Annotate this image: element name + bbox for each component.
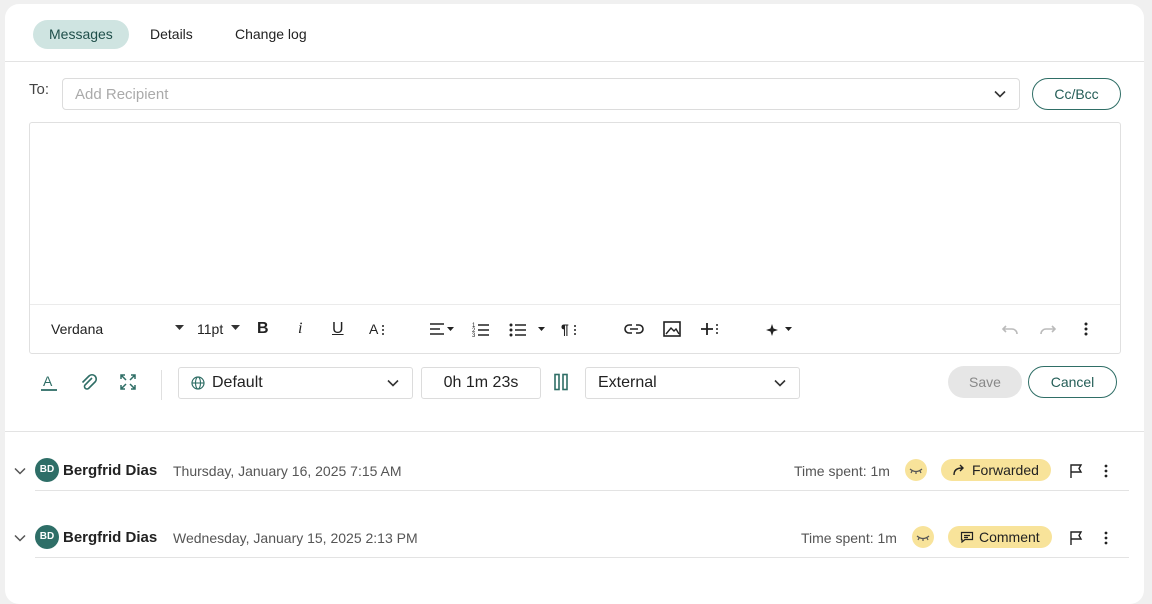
status-badge: Comment <box>948 526 1052 548</box>
svg-text:A: A <box>43 373 53 389</box>
time-spent: Time spent: 1m <box>801 530 897 546</box>
chevron-down-icon <box>774 379 786 387</box>
section-divider <box>5 431 1144 432</box>
font-family-select[interactable]: Verdana <box>51 319 103 339</box>
chevron-down-icon[interactable] <box>13 531 27 545</box>
tab-details[interactable]: Details <box>134 20 209 49</box>
time-tracker[interactable]: 0h 1m 23s <box>421 367 541 399</box>
pause-icon[interactable] <box>553 373 569 391</box>
svg-text:A: A <box>369 321 379 337</box>
more-options-icon[interactable] <box>1103 530 1109 546</box>
editor-body[interactable] <box>30 123 1120 304</box>
attachment-icon[interactable] <box>79 372 99 392</box>
language-select[interactable]: Default <box>178 367 413 399</box>
time-spent: Time spent: 1m <box>794 463 890 479</box>
caret-down-icon[interactable] <box>175 325 184 331</box>
expand-icon[interactable] <box>119 373 137 391</box>
insert-icon[interactable] <box>700 319 720 339</box>
font-size-value: 11pt <box>197 321 224 337</box>
italic-icon[interactable]: i <box>298 319 302 339</box>
numbered-list-icon[interactable]: 123 <box>472 319 490 339</box>
comment-icon <box>960 531 974 543</box>
visibility-indicator <box>912 526 934 548</box>
toolbar-divider <box>161 370 162 400</box>
forward-arrow-icon <box>953 464 964 476</box>
message-date: Wednesday, January 15, 2025 2:13 PM <box>173 530 418 546</box>
svg-text:3: 3 <box>472 333 476 339</box>
to-label: To: <box>29 81 50 98</box>
underline-icon[interactable]: U <box>332 319 344 339</box>
message-date: Thursday, January 16, 2025 7:15 AM <box>173 463 402 479</box>
language-value: Default <box>212 374 263 391</box>
ai-sparkle-icon[interactable] <box>765 319 795 339</box>
flag-icon[interactable] <box>1069 463 1083 479</box>
row-divider <box>35 490 1129 491</box>
sender-name: Bergfrid Dias <box>63 529 158 546</box>
text-style-icon[interactable]: A <box>369 319 387 339</box>
svg-text:¶: ¶ <box>561 321 569 337</box>
eye-closed-icon <box>916 535 930 541</box>
save-button[interactable]: Save <box>948 366 1022 398</box>
globe-icon <box>191 376 205 390</box>
avatar: BD <box>35 525 59 549</box>
status-badge: Forwarded <box>941 459 1051 481</box>
visibility-select[interactable]: External <box>585 367 800 399</box>
bullet-list-icon[interactable] <box>509 319 549 339</box>
link-icon[interactable] <box>624 319 644 339</box>
more-options-icon[interactable] <box>1083 319 1089 339</box>
font-family-value: Verdana <box>51 321 104 337</box>
font-size-select[interactable]: 11pt <box>197 319 223 339</box>
message-item[interactable]: BD Bergfrid Dias Wednesday, January 15, … <box>5 517 1144 558</box>
chevron-down-icon <box>387 379 399 387</box>
avatar: BD <box>35 458 59 482</box>
timer-value: 0h 1m 23s <box>443 374 519 391</box>
flag-icon[interactable] <box>1069 530 1083 546</box>
cc-bcc-button[interactable]: Cc/Bcc <box>1032 78 1121 110</box>
eye-closed-icon <box>909 468 923 474</box>
status-badge-label: Forwarded <box>972 462 1039 478</box>
recipient-field[interactable] <box>62 78 1020 110</box>
visibility-indicator <box>905 459 927 481</box>
message-editor: Verdana 11pt B i U A 123 ¶ <box>29 122 1121 354</box>
tab-bar: Messages Details Change log <box>5 4 1144 62</box>
redo-icon[interactable] <box>1039 319 1057 339</box>
more-options-icon[interactable] <box>1103 463 1109 479</box>
status-badge-label: Comment <box>979 529 1040 545</box>
cancel-button[interactable]: Cancel <box>1028 366 1117 398</box>
bold-icon[interactable]: B <box>257 319 269 339</box>
visibility-value: External <box>598 374 657 391</box>
tab-change-log[interactable]: Change log <box>219 20 323 49</box>
formatting-toolbar: Verdana 11pt B i U A 123 ¶ <box>30 304 1120 353</box>
undo-icon[interactable] <box>1001 319 1019 339</box>
row-divider <box>35 557 1129 558</box>
chevron-down-icon[interactable] <box>13 464 27 478</box>
align-icon[interactable] <box>429 319 455 339</box>
text-color-icon[interactable]: A <box>40 373 58 393</box>
recipient-input[interactable] <box>63 79 963 109</box>
paragraph-icon[interactable]: ¶ <box>561 319 579 339</box>
chevron-down-icon[interactable] <box>993 87 1007 101</box>
caret-down-icon[interactable] <box>231 325 240 331</box>
sender-name: Bergfrid Dias <box>63 462 158 479</box>
message-item[interactable]: BD Bergfrid Dias Thursday, January 16, 2… <box>5 450 1144 491</box>
ticket-panel: Messages Details Change log To: Cc/Bcc V… <box>5 4 1144 604</box>
tab-messages[interactable]: Messages <box>33 20 129 49</box>
image-icon[interactable] <box>662 319 682 339</box>
